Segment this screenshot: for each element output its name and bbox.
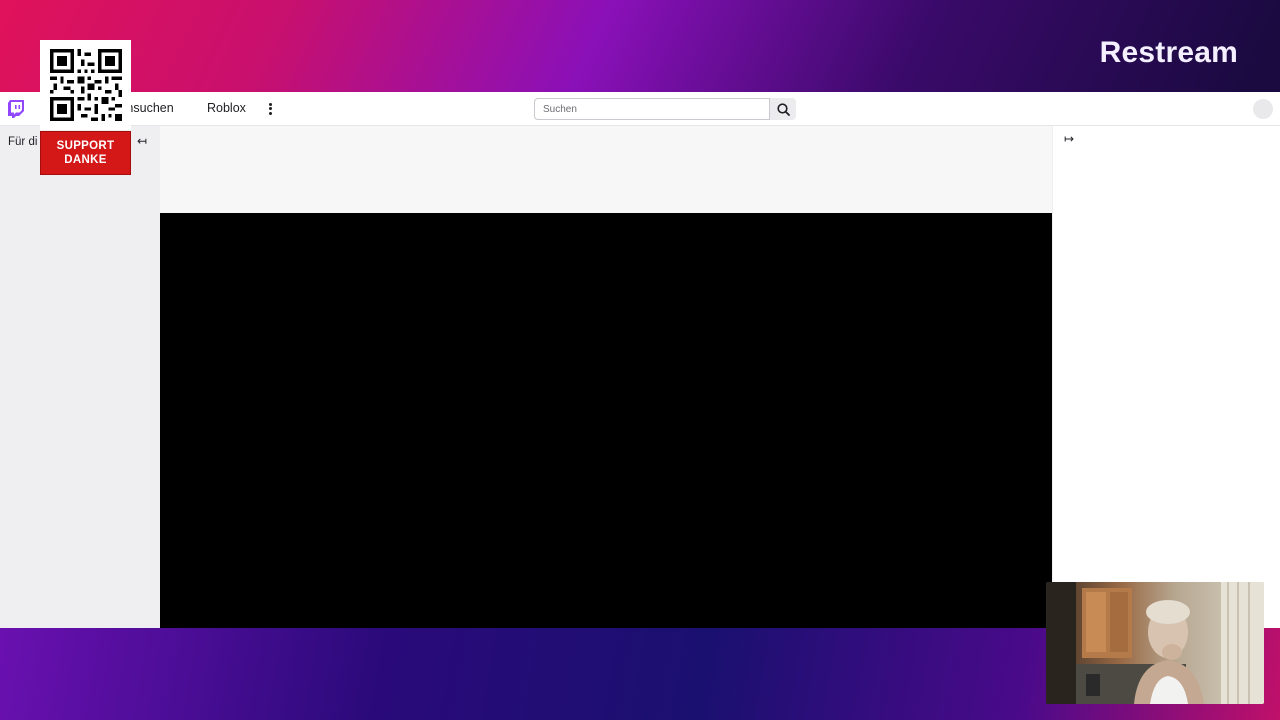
search-button[interactable] — [770, 98, 796, 120]
qr-code-icon — [49, 49, 122, 121]
thanks-label: DANKE — [64, 154, 107, 166]
webcam-overlay — [1046, 582, 1264, 704]
more-vertical-icon[interactable] — [266, 101, 274, 117]
search-input[interactable] — [534, 98, 770, 120]
webcam-feed-image — [1046, 582, 1264, 704]
browser-window: rchsuchen Roblox Für di ↤ ↦ — [0, 92, 1280, 628]
channel-header-area — [160, 126, 1052, 213]
search-icon — [776, 102, 790, 116]
user-avatar[interactable] — [1253, 99, 1273, 119]
arrow-right-expand-icon[interactable]: ↦ — [1064, 132, 1074, 146]
support-badge: SUPPORT DANKE — [40, 131, 131, 175]
video-player[interactable] — [160, 213, 1052, 628]
right-chat-panel: ↦ — [1052, 126, 1280, 628]
twitch-logo-icon[interactable] — [8, 100, 24, 118]
top-navigation-bar: rchsuchen Roblox — [0, 92, 1280, 126]
sidebar-title: Für di — [8, 136, 38, 148]
restream-brand-logo: Restream — [1099, 36, 1238, 69]
left-sidebar: Für di ↤ — [0, 126, 160, 628]
nav-roblox-link[interactable]: Roblox — [207, 101, 246, 115]
arrow-left-collapse-icon[interactable]: ↤ — [137, 134, 147, 148]
support-label: SUPPORT — [56, 140, 115, 152]
qr-code — [40, 40, 131, 130]
